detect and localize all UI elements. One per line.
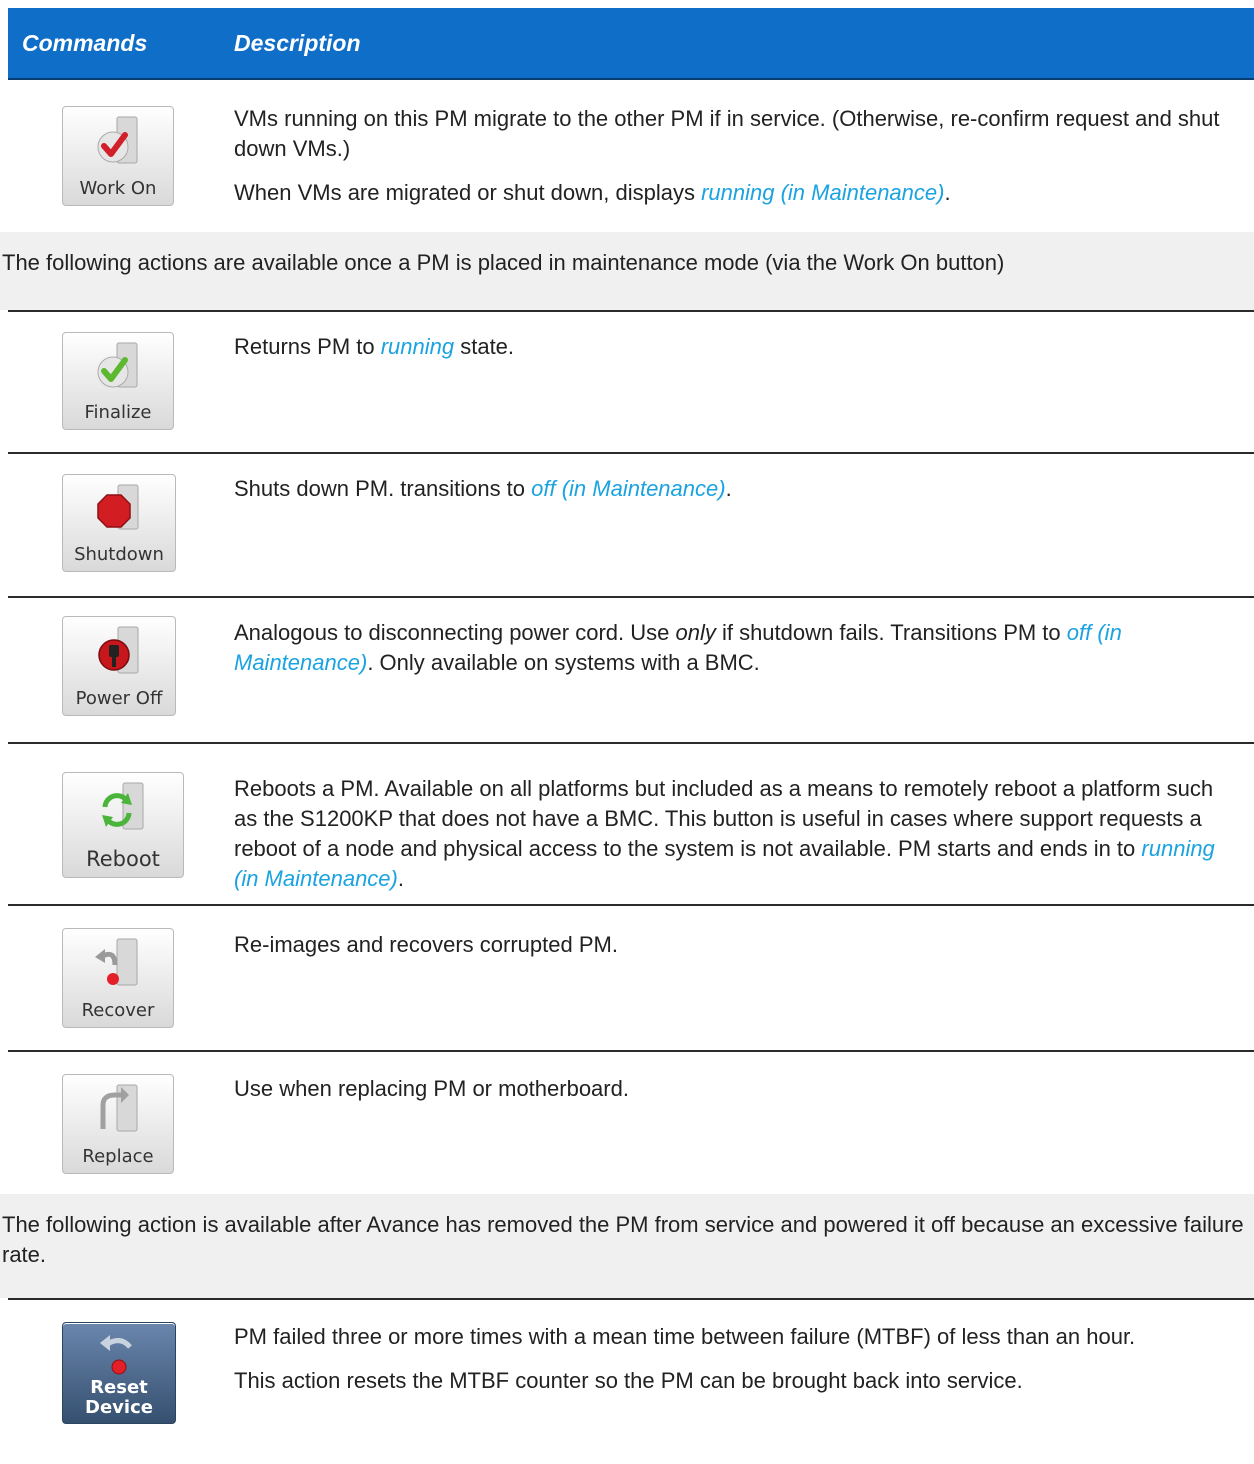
shutdown-label: Shutdown [74, 544, 164, 565]
work-on-label: Work On [79, 178, 157, 199]
shutdown-text-a: Shuts down PM. transitions to [234, 476, 532, 501]
reset-text-1: PM failed three or more times with a mea… [234, 1324, 1136, 1349]
maintenance-note-text: The following actions are available once… [2, 250, 1005, 275]
work-on-button[interactable]: Work On [62, 106, 174, 206]
power-off-text-a: Analogous to disconnecting power cord. U… [234, 620, 676, 645]
finalize-label: Finalize [84, 402, 152, 423]
row-divider [8, 904, 1254, 906]
finalize-description: Returns PM to running state. [234, 332, 1234, 362]
state-off-maintenance: off (in Maintenance) [531, 476, 726, 501]
power-off-text-e: . Only available on systems with a BMC. [367, 650, 760, 675]
work-on-text-2: When VMs are migrated or shut down, disp… [234, 178, 1234, 208]
row-divider [8, 742, 1254, 744]
reset-label-line1: Reset [90, 1377, 148, 1398]
reset-text-2: This action resets the MTBF counter so t… [234, 1368, 1023, 1393]
command-table: Commands Description Work On VMs running… [0, 0, 1254, 1464]
reset-label-line2: Device [85, 1397, 153, 1418]
replace-button[interactable]: Replace [62, 1074, 174, 1174]
state-running-maintenance: running (in Maintenance) [701, 180, 945, 205]
reset-device-button[interactable]: Reset Device [62, 1322, 176, 1424]
row-divider [8, 1050, 1254, 1052]
stop-sign-icon [97, 484, 139, 530]
removed-note: The following action is available after … [0, 1194, 1254, 1298]
shutdown-button[interactable]: Shutdown [62, 474, 176, 572]
maintenance-note: The following actions are available once… [0, 232, 1254, 310]
finalize-text-c: state. [454, 334, 515, 359]
row-divider [8, 452, 1254, 454]
row-divider [8, 596, 1254, 598]
reboot-text-a: Reboots a PM. Available on all platforms… [234, 776, 1214, 861]
shutdown-description: Shuts down PM. transitions to off (in Ma… [234, 474, 1234, 504]
power-off-description: Analogous to disconnecting power cord. U… [234, 618, 1234, 678]
reboot-label: Reboot [86, 847, 160, 871]
power-off-button[interactable]: Power Off [62, 616, 176, 716]
replace-label: Replace [82, 1146, 154, 1167]
finalize-text: Returns PM to running state. [234, 332, 1234, 362]
work-on-description: VMs running on this PM migrate to the ot… [234, 104, 1234, 208]
check-green-icon [97, 342, 138, 388]
removed-note-text: The following action is available after … [2, 1212, 1244, 1267]
refresh-icon [102, 782, 144, 830]
reboot-button[interactable]: Reboot [62, 772, 184, 878]
work-on-text-2c: . [944, 180, 951, 205]
check-red-icon [97, 116, 138, 164]
reset-arrow-icon [100, 1335, 132, 1375]
reset-device-description: PM failed three or more times with a mea… [234, 1322, 1234, 1396]
replace-description: Use when replacing PM or motherboard. [234, 1074, 1234, 1104]
power-off-text-c: if shutdown fails. Transitions PM to [715, 620, 1067, 645]
recover-text: Re-images and recovers corrupted PM. [234, 932, 618, 957]
reboot-description: Reboots a PM. Available on all platforms… [234, 774, 1234, 894]
reboot-text: Reboots a PM. Available on all platforms… [234, 774, 1234, 894]
shutdown-text-c: . [725, 476, 732, 501]
power-off-text: Analogous to disconnecting power cord. U… [234, 618, 1234, 678]
header-commands: Commands [22, 30, 148, 56]
replace-arrow-icon [100, 1084, 138, 1132]
row-divider [8, 310, 1254, 312]
row-divider [8, 1298, 1254, 1300]
recover-button[interactable]: Recover [62, 928, 174, 1028]
state-running: running [380, 334, 455, 359]
reboot-text-c: . [397, 866, 404, 891]
replace-text: Use when replacing PM or motherboard. [234, 1076, 629, 1101]
recover-arrow-icon [95, 938, 138, 986]
header-description: Description [234, 30, 361, 56]
power-plug-icon [98, 626, 139, 674]
recover-label: Recover [81, 1000, 155, 1021]
power-off-emphasis: only [675, 620, 716, 645]
finalize-text-a: Returns PM to [234, 334, 381, 359]
recover-description: Re-images and recovers corrupted PM. [234, 930, 1234, 960]
shutdown-text: Shuts down PM. transitions to off (in Ma… [234, 474, 1234, 504]
work-on-text-2a: When VMs are migrated or shut down, disp… [234, 180, 702, 205]
power-off-label: Power Off [75, 688, 163, 709]
work-on-text-1: VMs running on this PM migrate to the ot… [234, 106, 1220, 161]
finalize-button[interactable]: Finalize [62, 332, 174, 430]
table-header: Commands Description [8, 8, 1254, 80]
